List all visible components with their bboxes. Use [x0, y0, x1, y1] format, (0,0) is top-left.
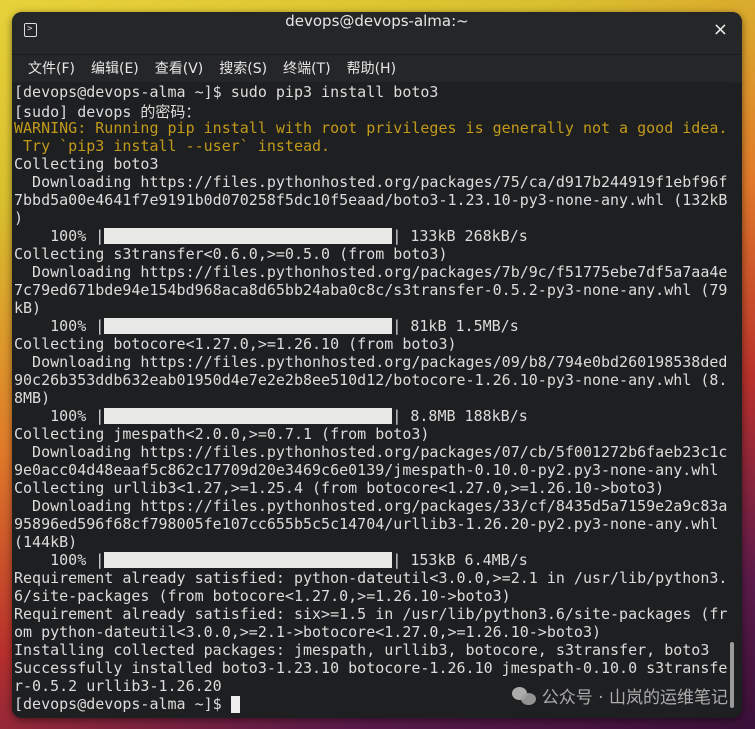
terminal-line: Requirement already satisfied: python-da… — [14, 569, 730, 587]
progress-line: 100% | | 133kB 268kB/s — [14, 227, 730, 245]
progress-bar — [104, 552, 393, 568]
line-text: Installing collected packages: jmespath,… — [14, 641, 710, 659]
line-text: 6/site-packages (from botocore<1.27.0,>=… — [14, 587, 511, 605]
terminal-line: Downloading https://files.pythonhosted.o… — [14, 443, 730, 461]
line-text: Collecting jmespath<2.0.0,>=0.7.1 (from … — [14, 425, 430, 443]
line-text: kB) — [14, 299, 42, 317]
progress-line: 100% | | 8.8MB 188kB/s — [14, 407, 730, 425]
line-text: Collecting s3transfer<0.6.0,>=0.5.0 (fro… — [14, 245, 448, 263]
terminal-line: Try `pip3 install --user` instead. — [14, 137, 730, 155]
terminal-line: om python-dateutil<3.0.0,>=2.1->botocore… — [14, 623, 730, 641]
terminal-line: Requirement already satisfied: six>=1.5 … — [14, 605, 730, 623]
terminal-line: Collecting s3transfer<0.6.0,>=0.5.0 (fro… — [14, 245, 730, 263]
menu-edit[interactable]: 编辑(E) — [83, 55, 147, 83]
terminal-line: 6/site-packages (from botocore<1.27.0,>=… — [14, 587, 730, 605]
line-text: 95896ed596f68cf798005fe107cc655b5c5c1470… — [14, 515, 719, 533]
line-text: Downloading https://files.pythonhosted.o… — [14, 443, 728, 461]
wechat-icon — [511, 686, 536, 706]
menu-search[interactable]: 搜索(S) — [211, 55, 275, 83]
watermark: 公众号 · 山岚的运维笔记 — [511, 683, 728, 708]
progress-stats: | 8.8MB 188kB/s — [392, 407, 528, 425]
watermark-text: 公众号 · 山岚的运维笔记 — [541, 688, 728, 708]
terminal-line: [sudo] devops 的密码： — [14, 101, 730, 121]
terminal-line: 90c26b353ddb632eab01950d4e7e2e2b8ee510d1… — [14, 371, 730, 389]
terminal-line: Collecting jmespath<2.0.0,>=0.7.1 (from … — [14, 425, 730, 443]
line-text: [devops@devops-alma ~]$ — [14, 695, 231, 713]
terminal-line: Installing collected packages: jmespath,… — [14, 641, 730, 659]
line-text: Collecting botocore<1.27.0,>=1.26.10 (fr… — [14, 335, 457, 353]
progress-line: 100% | | 81kB 1.5MB/s — [14, 317, 730, 335]
line-text: Successfully installed boto3-1.23.10 bot… — [14, 659, 728, 677]
line-text: 100% | — [14, 227, 105, 245]
line-text: Collecting boto3 — [14, 155, 159, 173]
line-text: Downloading https://files.pythonhosted.o… — [14, 173, 728, 191]
line-text: Downloading https://files.pythonhosted.o… — [14, 263, 728, 281]
terminal-line: ) — [14, 209, 730, 227]
line-text: om python-dateutil<3.0.0,>=2.1->botocore… — [14, 623, 601, 641]
terminal-line: (144kB) — [14, 533, 730, 551]
progress-bar — [104, 228, 393, 244]
terminal-line: WARNING: Running pip install with root p… — [14, 119, 730, 137]
terminal-line: Successfully installed boto3-1.23.10 bot… — [14, 659, 730, 677]
scrollbar-thumb[interactable] — [730, 642, 734, 708]
scrollbar[interactable] — [730, 82, 736, 714]
terminal-output[interactable]: [devops@devops-alma ~]$ sudo pip3 instal… — [12, 82, 730, 718]
terminal-line: 8MB) — [14, 389, 730, 407]
terminal-line: 7bbd5a00e4641f7e9191b0d070258f5dc10f5eaa… — [14, 191, 730, 209]
line-text: r-0.5.2 urllib3-1.26.20 — [14, 677, 222, 695]
line-text: 7bbd5a00e4641f7e9191b0d070258f5dc10f5eaa… — [14, 191, 728, 209]
progress-bar — [104, 318, 393, 334]
line-text: Requirement already satisfied: six>=1.5 … — [14, 605, 728, 623]
terminal-line: Downloading https://files.pythonhosted.o… — [14, 263, 730, 281]
cursor — [230, 696, 240, 713]
menu-terminal[interactable]: 终端(T) — [275, 55, 338, 83]
title-bar: > devops@devops-alma:~ × — [12, 12, 742, 55]
terminal-line: Collecting botocore<1.27.0,>=1.26.10 (fr… — [14, 335, 730, 353]
line-text: 7c79ed671bde94e154bd968aca8d65bb24aba0c8… — [14, 281, 728, 299]
line-text: (144kB) — [14, 533, 78, 551]
window-title: devops@devops-alma:~ — [285, 12, 469, 30]
progress-stats: | 153kB 6.4MB/s — [392, 551, 528, 569]
terminal-line: kB) — [14, 299, 730, 317]
line-text: 100% | — [14, 407, 105, 425]
progress-stats: | 81kB 1.5MB/s — [392, 317, 519, 335]
terminal-line: 9e0acc04d48eaaf5c862c17709d20e3469c6e013… — [14, 461, 730, 479]
terminal-line: Collecting urllib3<1.27,>=1.25.4 (from b… — [14, 479, 730, 497]
progress-line: 100% | | 153kB 6.4MB/s — [14, 551, 730, 569]
terminal-line: 95896ed596f68cf798005fe107cc655b5c5c1470… — [14, 515, 730, 533]
line-text: Collecting urllib3<1.27,>=1.25.4 (from b… — [14, 479, 665, 497]
line-text: Downloading https://files.pythonhosted.o… — [14, 353, 728, 371]
terminal-line: Downloading https://files.pythonhosted.o… — [14, 173, 730, 191]
menu-help[interactable]: 帮助(H) — [339, 55, 404, 83]
menu-view[interactable]: 查看(V) — [147, 55, 212, 83]
terminal-window: > devops@devops-alma:~ × 文件(F) 编辑(E) 查看(… — [12, 12, 742, 718]
terminal-line: Downloading https://files.pythonhosted.o… — [14, 497, 730, 515]
line-text: 9e0acc04d48eaaf5c862c17709d20e3469c6e013… — [14, 461, 719, 479]
progress-stats: | 133kB 268kB/s — [392, 227, 528, 245]
line-text: Downloading https://files.pythonhosted.o… — [14, 497, 728, 515]
close-button[interactable]: × — [713, 19, 728, 40]
line-text: WARNING: Running pip install with root p… — [14, 119, 728, 137]
line-text: Requirement already satisfied: python-da… — [14, 569, 728, 587]
line-text: 100% | — [14, 551, 105, 569]
progress-bar — [104, 408, 393, 424]
menu-bar: 文件(F) 编辑(E) 查看(V) 搜索(S) 终端(T) 帮助(H) — [12, 55, 742, 83]
line-text: ) — [14, 209, 24, 227]
line-text: 100% | — [14, 317, 105, 335]
terminal-line: Downloading https://files.pythonhosted.o… — [14, 353, 730, 371]
terminal-line: [devops@devops-alma ~]$ sudo pip3 instal… — [14, 83, 730, 101]
line-text: Try `pip3 install --user` instead. — [14, 137, 331, 155]
line-text: 8MB) — [14, 389, 51, 407]
menu-file[interactable]: 文件(F) — [20, 55, 83, 83]
line-text: [devops@devops-alma ~]$ sudo pip3 instal… — [14, 83, 439, 101]
terminal-line: Collecting boto3 — [14, 155, 730, 173]
terminal-line: 7c79ed671bde94e154bd968aca8d65bb24aba0c8… — [14, 281, 730, 299]
line-text: 90c26b353ddb632eab01950d4e7e2e2b8ee510d1… — [14, 371, 728, 389]
